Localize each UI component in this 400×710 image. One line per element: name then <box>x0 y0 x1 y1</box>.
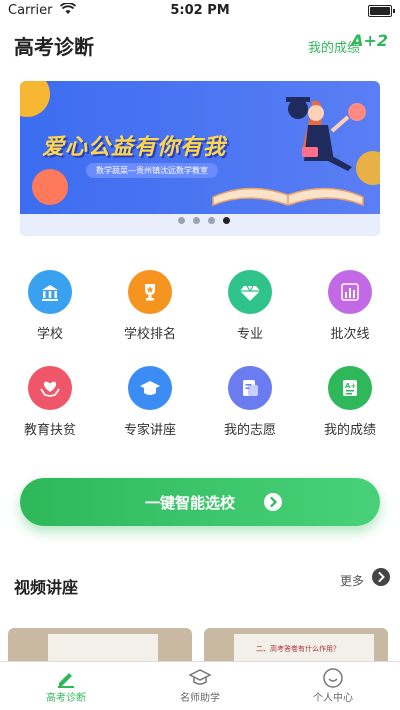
svg-text:A+: A+ <box>345 382 356 390</box>
tab-teacher-assist[interactable]: 名师助学 <box>150 667 250 704</box>
diamond-icon <box>228 270 272 314</box>
promo-banner[interactable]: 爱心公益有你有我 数学蔬菜—贵州镇沈远数学教室 <box>20 81 380 236</box>
feature-item[interactable]: 专家讲座 <box>110 366 190 438</box>
feature-item[interactable]: A+ 我的成绩 <box>310 366 390 438</box>
feature-label: 学校排名 <box>123 327 176 342</box>
feature-label: 专业 <box>236 327 263 342</box>
feature-label: 教育扶贫 <box>23 423 76 438</box>
carousel-dot[interactable] <box>223 217 230 224</box>
grade-badge-icon[interactable]: A+2 <box>351 31 388 50</box>
banner-headline: 爱心公益有你有我 <box>42 135 227 160</box>
graduation-cap-icon <box>150 667 250 689</box>
feature-item[interactable]: 教育扶贫 <box>10 366 90 438</box>
feature-label: 专家讲座 <box>123 423 176 438</box>
video-section-title: 视频讲座 <box>14 578 79 597</box>
open-book-illustration <box>212 187 364 207</box>
trophy-icon <box>128 270 172 314</box>
grade-sheet-icon: A+ <box>328 366 372 410</box>
feature-label: 批次线 <box>330 327 370 342</box>
tab-label: 高考诊断 <box>46 693 86 704</box>
cta-label: 一键智能选校 <box>144 494 235 512</box>
decor-circle <box>20 81 50 117</box>
feature-item[interactable]: 专业 <box>210 270 290 342</box>
chevron-right-icon <box>264 493 282 511</box>
feature-label: 我的成绩 <box>323 423 376 438</box>
header: 高考诊断 我的成绩 A+2 <box>0 26 400 62</box>
banner-subtitle: 数学蔬菜—贵州镇沈远数学教室 <box>86 163 218 178</box>
page-title: 高考诊断 <box>14 35 94 59</box>
pencil-icon <box>16 667 116 689</box>
feature-item[interactable]: 学校排名 <box>110 270 190 342</box>
feature-item[interactable]: 学校 <box>10 270 90 342</box>
feature-label: 学校 <box>36 327 63 342</box>
decor-circle <box>32 169 68 205</box>
smart-select-school-button[interactable]: 一键智能选校 <box>20 478 380 526</box>
video-caption: 二、高考答卷有什么作用？ <box>256 645 340 653</box>
student-reading-illustration <box>286 97 352 171</box>
battery-icon <box>368 5 395 17</box>
more-link[interactable]: 更多 <box>340 572 364 589</box>
bottom-tab-bar: 高考诊断 名师助学 个人中心 <box>0 661 400 710</box>
status-bar: Carrier 5:02 PM <box>0 0 400 22</box>
tab-gaokao-diagnosis[interactable]: 高考诊断 <box>16 667 116 704</box>
school-building-icon <box>28 270 72 314</box>
carousel-dot[interactable] <box>193 217 200 224</box>
document-icon <box>228 366 272 410</box>
chevron-right-icon[interactable] <box>372 568 390 586</box>
graduation-cap-icon <box>128 366 172 410</box>
tab-label: 名师助学 <box>180 693 220 704</box>
feature-label: 我的志愿 <box>223 423 276 438</box>
smiley-icon <box>283 667 383 689</box>
tab-label: 个人中心 <box>313 693 353 704</box>
clock: 5:02 PM <box>170 3 230 18</box>
carousel-dot[interactable] <box>178 217 185 224</box>
heart-hands-icon <box>28 366 72 410</box>
feature-item[interactable]: 批次线 <box>310 270 390 342</box>
feature-item[interactable]: 我的志愿 <box>210 366 290 438</box>
carousel-dots[interactable] <box>20 209 380 228</box>
tab-personal-center[interactable]: 个人中心 <box>283 667 383 704</box>
bar-chart-icon <box>328 270 372 314</box>
carousel-dot[interactable] <box>208 217 215 224</box>
